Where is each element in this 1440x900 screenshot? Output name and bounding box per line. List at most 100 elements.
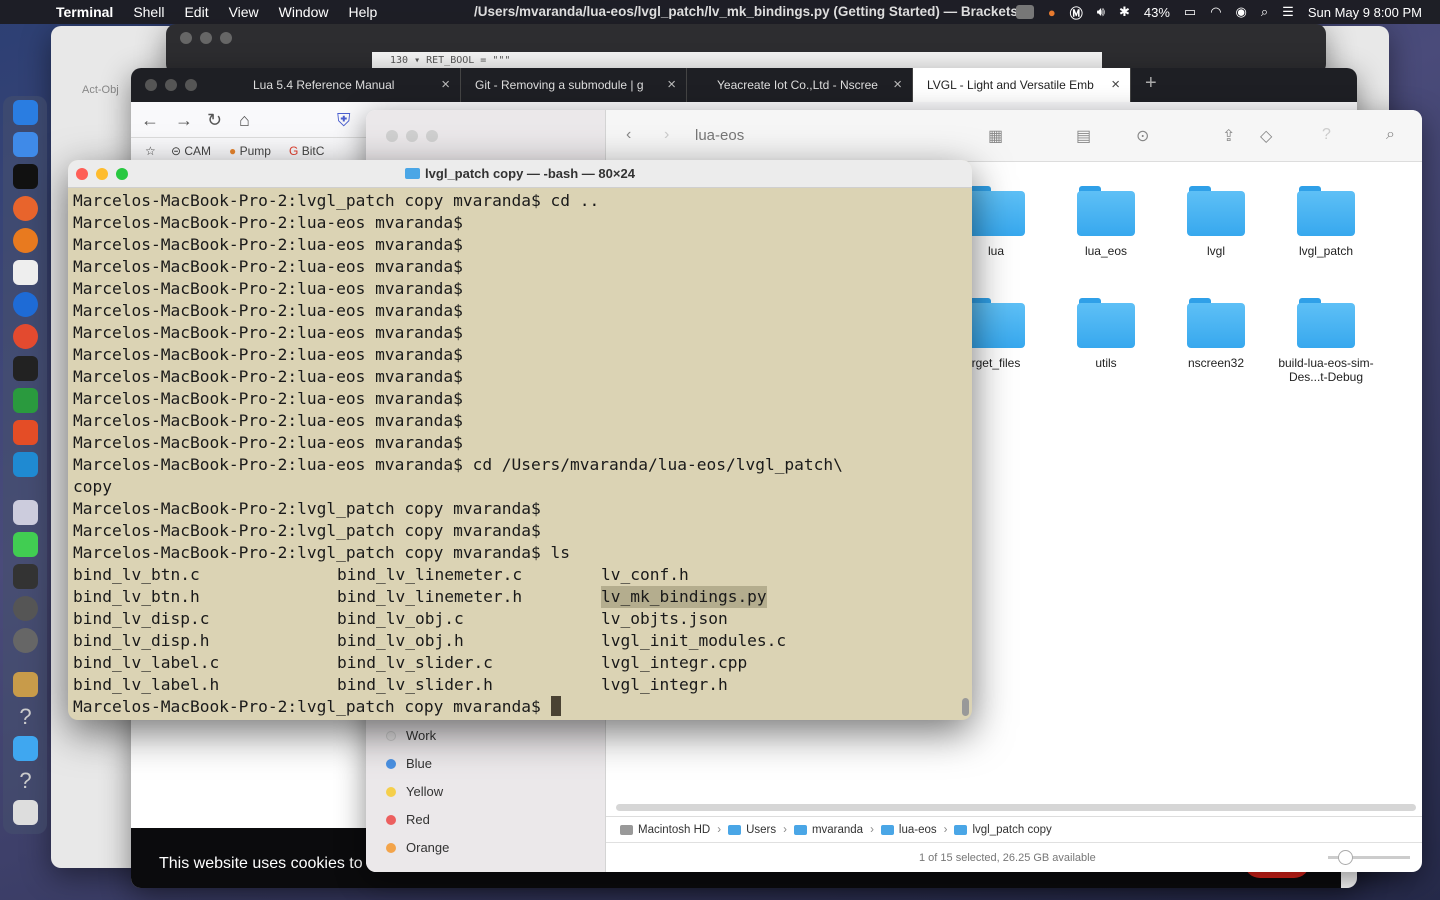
more-actions-icon[interactable]: ⊙ — [1136, 126, 1149, 146]
battery-icon[interactable]: ▭ — [1184, 4, 1196, 20]
vscode-dock-icon[interactable] — [13, 452, 38, 477]
brackets-minimize-button[interactable] — [200, 32, 212, 44]
brave-dock-icon[interactable] — [13, 420, 38, 445]
slider-knob[interactable] — [1338, 850, 1353, 865]
mail-dock-icon[interactable] — [13, 132, 38, 157]
app-dock-icon[interactable] — [13, 356, 38, 381]
control-center-icon[interactable]: ☰ — [1282, 4, 1294, 20]
camera-dock-icon[interactable] — [13, 596, 38, 621]
icon-view-icon[interactable]: ▦ — [988, 126, 1003, 146]
brackets-close-button[interactable] — [180, 32, 192, 44]
close-icon[interactable]: × — [667, 76, 676, 93]
trash-dock-icon[interactable] — [13, 800, 38, 825]
home-icon[interactable]: ⌂ — [239, 110, 250, 131]
horizontal-scrollbar[interactable] — [616, 804, 1416, 811]
console-dock-icon[interactable] — [13, 564, 38, 589]
spotlight-icon[interactable]: ⌕ — [1261, 4, 1268, 20]
share-icon[interactable]: ⇪ — [1222, 126, 1235, 146]
word-dock-icon[interactable] — [13, 292, 38, 317]
browser-zoom-button[interactable] — [185, 79, 197, 91]
downloads-folder-dock-icon[interactable] — [13, 736, 38, 761]
volume-icon[interactable]: 🔊︎ — [1097, 4, 1105, 20]
back-chevron-icon[interactable]: ‹ — [626, 126, 631, 144]
user-icon[interactable]: ◉ — [1236, 4, 1247, 20]
folder-nscreen32[interactable]: nscreen32 — [1161, 298, 1271, 370]
shield-icon[interactable]: ⛨ — [337, 110, 351, 131]
close-icon[interactable]: × — [441, 76, 450, 93]
star-icon[interactable]: ☆ — [145, 144, 156, 158]
crumb-mvaranda[interactable]: mvaranda › — [793, 824, 881, 836]
directory-utility-dock-icon[interactable] — [13, 628, 38, 653]
help-icon[interactable]: ? — [1322, 126, 1331, 144]
forward-chevron-icon[interactable]: › — [664, 126, 669, 144]
bookmark-pump[interactable]: ● Pump — [229, 144, 271, 158]
prompt-text: Marcelos-MacBook-Pro-2:lvgl_patch copy m… — [73, 697, 551, 716]
group-icon[interactable]: ▤ — [1076, 126, 1091, 146]
filezilla-dock-icon[interactable] — [13, 324, 38, 349]
tab-lvgl[interactable]: LVGL - Light and Versatile Emb × — [913, 68, 1131, 102]
folder-lua-eos[interactable]: lua_eos — [1051, 186, 1161, 258]
reload-icon[interactable]: ↻ — [207, 110, 222, 131]
package-dock-icon[interactable] — [13, 672, 38, 697]
browser-close-button[interactable] — [145, 79, 157, 91]
monitor-dock-icon[interactable] — [13, 388, 38, 413]
help2-dock-icon[interactable]: ? — [13, 768, 38, 793]
bluetooth-icon[interactable]: ✱ — [1119, 4, 1130, 20]
tag-yellow[interactable]: Yellow — [386, 784, 443, 799]
terminal-dock-icon[interactable] — [13, 164, 38, 189]
menu-app-name[interactable]: Terminal — [56, 4, 113, 20]
close-icon[interactable]: × — [893, 76, 902, 93]
tag-orange[interactable]: Orange — [386, 840, 449, 855]
menu-edit[interactable]: Edit — [184, 4, 208, 20]
folder-icon — [728, 824, 742, 835]
tag-blue[interactable]: Blue — [386, 756, 432, 771]
crumb-lua-eos[interactable]: lua-eos › — [880, 824, 955, 836]
firefox-dock-icon[interactable] — [13, 196, 38, 221]
menu-view[interactable]: View — [229, 4, 259, 20]
crumb-users[interactable]: Users › — [728, 824, 794, 836]
folder-utils[interactable]: utils — [1051, 298, 1161, 370]
terminal-scrollbar[interactable] — [960, 190, 970, 718]
wifi-icon[interactable]: ◠ — [1210, 4, 1221, 20]
menu-window[interactable]: Window — [279, 4, 329, 20]
tag-red[interactable]: Red — [386, 812, 430, 827]
back-arrow-icon[interactable]: ← — [141, 110, 159, 131]
finder-minimize-button[interactable] — [406, 130, 418, 142]
screen-icon[interactable] — [1015, 5, 1034, 19]
terminal-screen[interactable]: Marcelos-MacBook-Pro-2:lvgl_patch copy m… — [73, 190, 953, 718]
tab-git-submodule[interactable]: Git - Removing a submodule | g × — [461, 68, 687, 102]
folder-lvgl[interactable]: lvgl — [1161, 186, 1271, 258]
crumb-lvgl-patch-copy[interactable]: lvgl_patch copy — [954, 824, 1052, 836]
finder-close-button[interactable] — [386, 130, 398, 142]
malwarebytes-icon[interactable]: ● — [1048, 5, 1056, 20]
search-icon[interactable]: ⌕ — [1386, 126, 1395, 144]
bookmark-bitc[interactable]: G BitC — [289, 144, 324, 158]
textedit-dock-icon[interactable] — [13, 260, 38, 285]
forward-arrow-icon[interactable]: → — [175, 110, 193, 131]
new-tab-plus-icon[interactable]: + — [1145, 72, 1157, 95]
crumb-macintosh-hd[interactable]: Macintosh HD › — [620, 824, 728, 836]
ls-entry-selected[interactable]: lv_mk_bindings.py — [601, 586, 767, 608]
folder-lvgl-patch[interactable]: lvgl_patch — [1271, 186, 1381, 258]
icon-size-slider[interactable] — [1328, 850, 1410, 865]
folder-build-lua-eos-sim[interactable]: build-lua-eos-sim-Des...t-Debug — [1271, 298, 1381, 384]
help-dock-icon[interactable]: ? — [13, 704, 38, 729]
scrollbar-thumb[interactable] — [962, 698, 969, 716]
menu-help[interactable]: Help — [348, 4, 377, 20]
tag-icon[interactable]: ◇ — [1260, 126, 1272, 146]
qt-creator-dock-icon[interactable] — [13, 532, 38, 557]
blender-dock-icon[interactable] — [13, 228, 38, 253]
m-app-icon[interactable]: Ⓜ — [1070, 3, 1083, 22]
brackets-zoom-button[interactable] — [220, 32, 232, 44]
tab-yeacreate[interactable]: Yeacreate Iot Co.,Ltd - Nscree × — [687, 68, 913, 102]
menu-shell[interactable]: Shell — [133, 4, 164, 20]
browser-minimize-button[interactable] — [165, 79, 177, 91]
menubar-clock[interactable]: Sun May 9 8:00 PM — [1308, 5, 1422, 20]
tab-lua-manual[interactable]: Lua 5.4 Reference Manual × — [239, 68, 461, 102]
preview-dock-icon[interactable] — [13, 500, 38, 525]
finder-zoom-button[interactable] — [426, 130, 438, 142]
close-icon[interactable]: × — [1111, 76, 1120, 93]
bookmark-cam[interactable]: ⊝ CAM — [171, 144, 211, 158]
tag-work[interactable]: Work — [386, 728, 436, 743]
finder-dock-icon[interactable] — [13, 100, 38, 125]
